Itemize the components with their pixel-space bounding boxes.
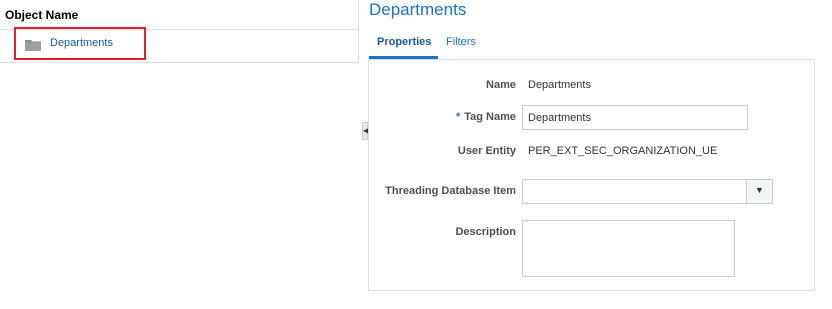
tag-name-input[interactable]: [522, 105, 748, 130]
user-entity-value: PER_EXT_SEC_ORGANIZATION_UE: [528, 145, 718, 157]
threading-dropdown-button[interactable]: ▼: [746, 179, 773, 204]
folder-icon: [25, 40, 41, 51]
name-value: Departments: [528, 79, 591, 91]
column-header-label: Object Name: [5, 8, 79, 22]
name-label: Name: [486, 79, 516, 91]
user-entity-label: User Entity: [457, 145, 516, 157]
tab-properties[interactable]: Properties: [377, 36, 431, 48]
description-textarea[interactable]: [522, 220, 735, 277]
threading-database-item-label: Threading Database Item: [385, 185, 516, 197]
tag-name-label: * Tag Name: [440, 111, 516, 123]
tab-filters[interactable]: Filters: [446, 36, 476, 48]
required-indicator: *: [455, 111, 461, 123]
threading-database-item-field[interactable]: [522, 179, 747, 204]
object-name-column-header[interactable]: Object Name: [0, 0, 358, 30]
description-label: Description: [455, 226, 516, 238]
tag-name-label-text: Tag Name: [464, 111, 516, 123]
tree-item-departments[interactable]: Departments: [50, 37, 113, 49]
page-title: Departments: [369, 0, 467, 19]
caret-down-icon: ▼: [755, 185, 764, 195]
